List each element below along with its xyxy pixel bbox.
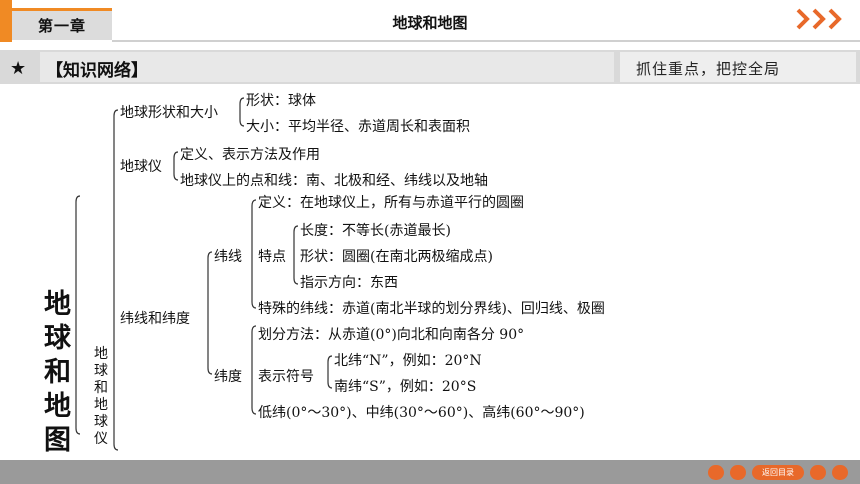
- last-page-button[interactable]: [832, 465, 848, 480]
- next-page-button[interactable]: [810, 465, 826, 480]
- leaf-feature-shape: 形状：圆圈(在南北两极缩成点): [300, 249, 493, 265]
- leaf-globe-definition: 定义、表示方法及作用: [180, 147, 320, 163]
- prev-page-button[interactable]: [730, 465, 746, 480]
- banner-slogan: 抓住重点，把控全局: [636, 60, 781, 78]
- leaf-south-latitude: 南纬“S”，例如：20°S: [334, 379, 477, 395]
- node-shape-size: 地球形状和大小: [120, 105, 218, 121]
- header: 第一章 地球和地图: [0, 0, 860, 42]
- chevron-right-icon: [812, 8, 826, 30]
- first-page-button[interactable]: [708, 465, 724, 480]
- knowledge-tree: 地 球 和 地 图 地 球 和 地 球 仪 地球形状和大小 形状：球体 大小：平…: [0, 88, 860, 460]
- sub-root-label: 地 球 和 地 球 仪: [94, 346, 108, 447]
- back-to-contents-button[interactable]: 返回目录: [752, 465, 804, 480]
- page-title: 地球和地图: [392, 14, 468, 32]
- chevron-right-icon: [796, 8, 810, 30]
- leaf-globe-points-lines: 地球仪上的点和线：南、北极和经、纬线以及地轴: [180, 173, 488, 189]
- node-features: 特点: [258, 249, 286, 265]
- leaf-shape: 形状：球体: [246, 93, 316, 109]
- next-page-icon[interactable]: [796, 8, 842, 30]
- node-latitude: 纬度: [214, 369, 242, 385]
- node-lat-lon: 纬线和纬度: [120, 311, 190, 327]
- chevron-right-icon: [828, 8, 842, 30]
- header-divider: [112, 40, 860, 42]
- leaf-feature-direction: 指示方向：东西: [300, 275, 398, 291]
- leaf-latitude-ranges: 低纬(0°～30°)、中纬(30°～60°)、高纬(60°～90°): [258, 405, 585, 421]
- leaf-size: 大小：平均半径、赤道周长和表面积: [246, 119, 470, 135]
- root-label: 地 球 和 地 图: [44, 289, 71, 456]
- node-symbols: 表示符号: [258, 369, 314, 385]
- leaf-division: 划分方法：从赤道(0°)向北和向南各分 90°: [258, 327, 525, 343]
- node-lat-line: 纬线: [214, 249, 242, 265]
- node-globe: 地球仪: [120, 159, 162, 175]
- leaf-feature-length: 长度：不等长(赤道最长): [300, 223, 451, 239]
- star-icon: ★: [10, 58, 27, 79]
- banner-title: 【知识网络】: [46, 61, 148, 81]
- leaf-lat-line-definition: 定义：在地球仪上，所有与赤道平行的圆圈: [258, 195, 524, 211]
- leaf-north-latitude: 北纬“N”，例如：20°N: [334, 353, 482, 369]
- leaf-special-lines: 特殊的纬线：赤道(南北半球的划分界线)、回归线、极圈: [258, 301, 605, 317]
